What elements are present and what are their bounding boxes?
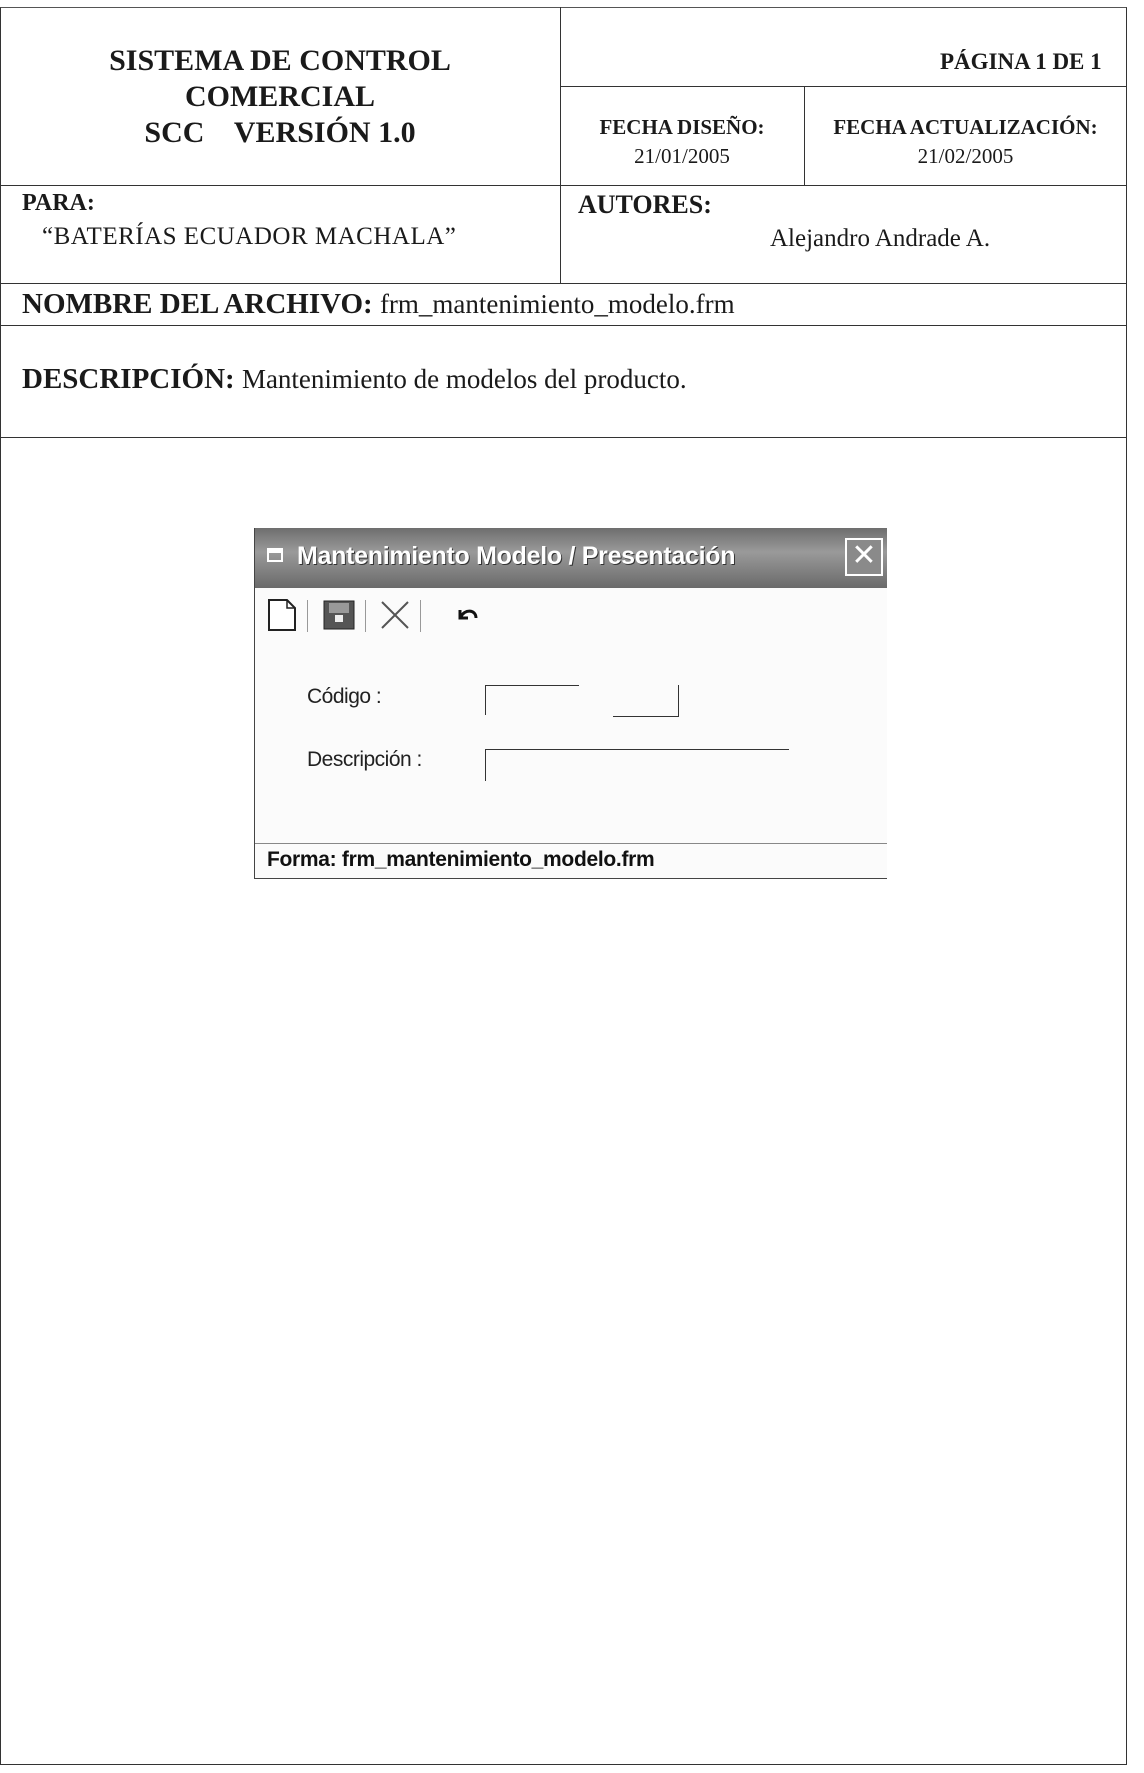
delete-icon[interactable]: [379, 600, 411, 634]
toolbar-separator: [365, 600, 366, 632]
authors-value: Alejandro Andrade A.: [770, 225, 991, 252]
file-name-row: NOMBRE DEL ARCHIVO: frm_mantenimiento_mo…: [22, 288, 735, 321]
window-icon: [267, 548, 283, 562]
code-lookup-field[interactable]: [613, 685, 679, 717]
status-bar: Forma: frm_mantenimiento_modelo.frm: [255, 843, 887, 878]
divider-header-bottom: [0, 185, 1127, 186]
for-label: PARA:: [22, 190, 95, 216]
save-icon[interactable]: [323, 600, 355, 634]
new-document-icon[interactable]: [267, 598, 297, 632]
divider-header-top: [560, 86, 1127, 87]
divider-for-authors-bottom: [0, 283, 1127, 284]
update-date-label: FECHA ACTUALIZACIÓN:: [833, 115, 1098, 139]
update-date: 21/02/2005: [917, 144, 1014, 168]
design-date-label: FECHA DISEÑO:: [599, 115, 765, 139]
file-name-label: NOMBRE DEL ARCHIVO:: [22, 288, 373, 320]
for-value: “BATERÍAS ECUADOR MACHALA”: [42, 223, 457, 250]
window-titlebar: Mantenimiento Modelo / Presentación ✕: [255, 528, 887, 588]
toolbar-separator: [307, 600, 308, 632]
window-title: Mantenimiento Modelo / Presentación: [297, 542, 736, 570]
description-field-label: Descripción :: [307, 748, 422, 771]
form-window: Mantenimiento Modelo / Presentación ✕ Có…: [254, 528, 887, 879]
system-title-line2: COMERCIAL: [184, 80, 375, 113]
divider-file-bottom: [0, 325, 1127, 326]
close-button[interactable]: ✕: [845, 538, 883, 576]
description-input[interactable]: [485, 749, 789, 781]
status-text: Forma: frm_mantenimiento_modelo.frm: [267, 848, 655, 871]
toolbar-separator: [420, 600, 421, 632]
document-frame: [0, 7, 1127, 1765]
system-title-line3: SCC VERSIÓN 1.0: [144, 116, 416, 149]
description-row: DESCRIPCIÓN: Mantenimiento de modelos de…: [22, 363, 687, 396]
code-label: Código :: [307, 685, 382, 708]
design-date: 21/01/2005: [634, 144, 730, 168]
undo-icon[interactable]: [456, 606, 480, 640]
code-input[interactable]: [485, 685, 579, 715]
divider-description-bottom: [0, 437, 1127, 438]
description-label: DESCRIPCIÓN:: [22, 363, 235, 395]
page-number: PÁGINA 1 DE 1: [940, 49, 1102, 74]
system-title-line1: SISTEMA DE CONTROL: [109, 44, 451, 77]
description-value: Mantenimiento de modelos del producto.: [241, 364, 687, 394]
authors-label: AUTORES:: [578, 190, 712, 219]
file-name-value: frm_mantenimiento_modelo.frm: [379, 289, 735, 319]
